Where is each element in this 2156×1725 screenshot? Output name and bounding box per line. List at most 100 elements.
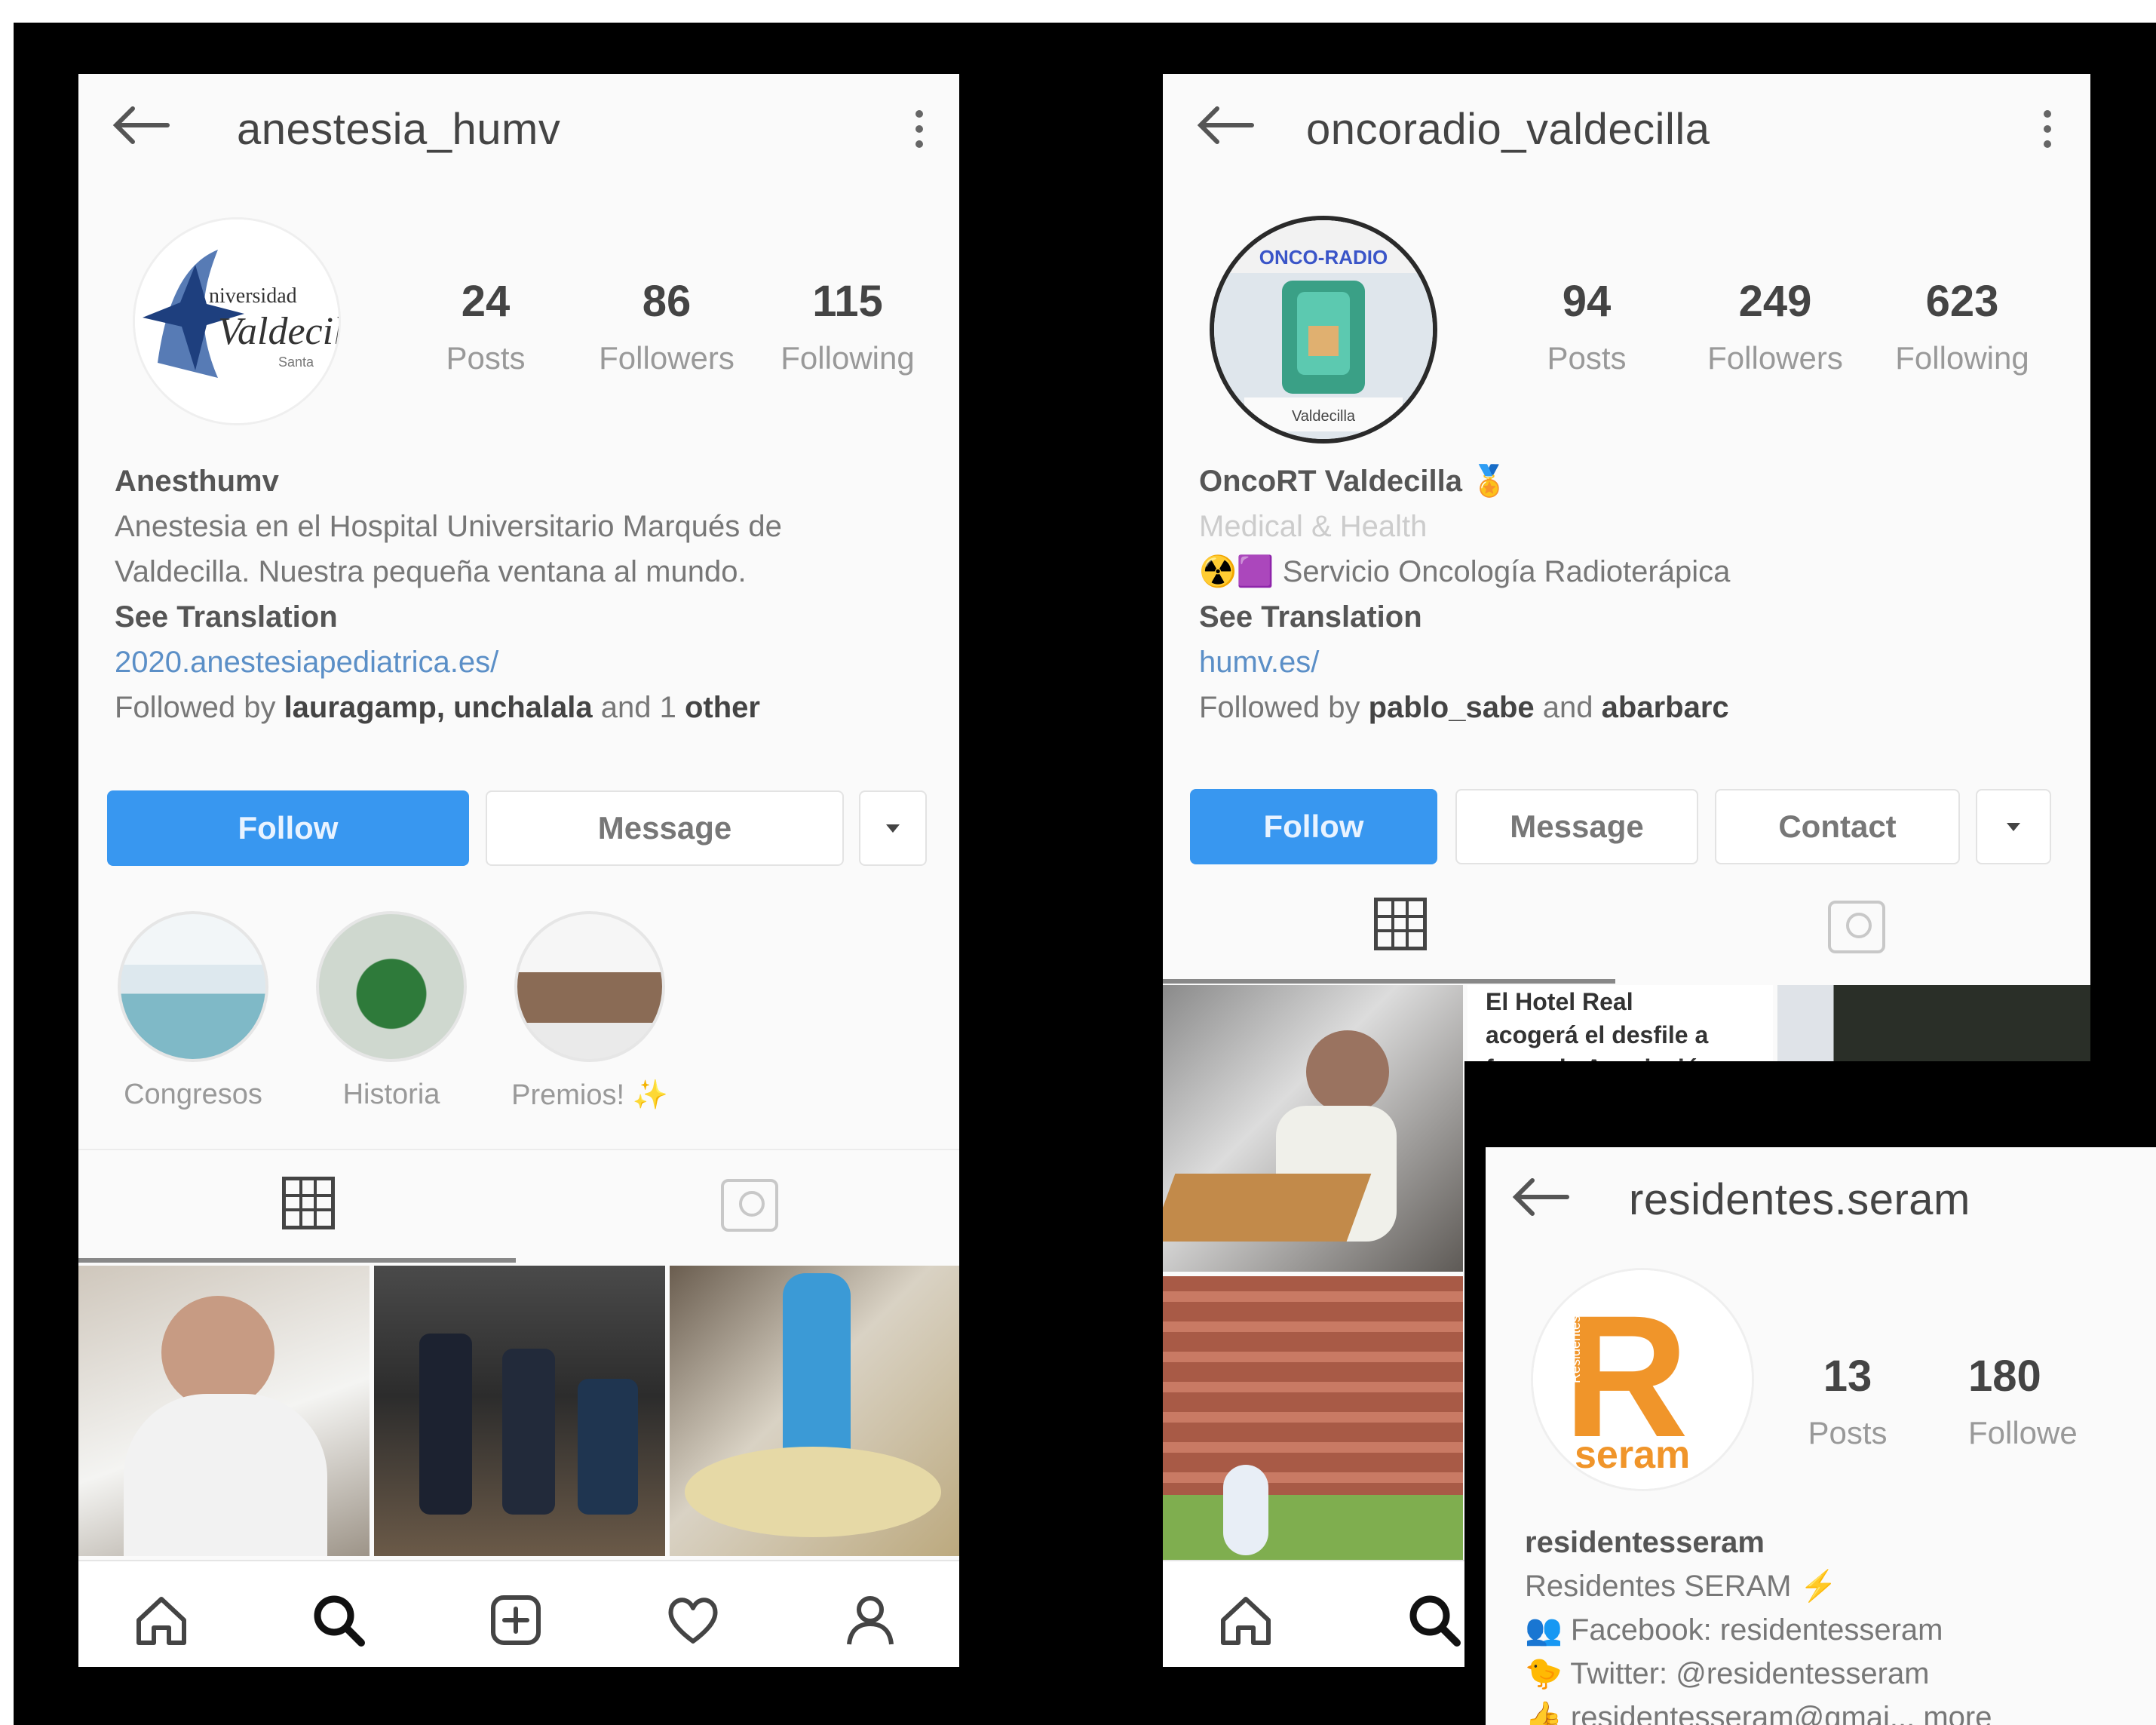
highlight-cover — [118, 911, 268, 1062]
stat-value: 86 — [642, 277, 692, 326]
stat-value: 94 — [1562, 277, 1612, 326]
profile-avatar[interactable]: ONCO-RADIO Valdecilla — [1210, 216, 1437, 444]
grid-icon[interactable] — [282, 1177, 335, 1229]
tagged-icon[interactable] — [721, 1179, 778, 1232]
follow-button[interactable]: Follow — [1190, 789, 1437, 864]
stat-label: Followe — [1968, 1415, 2078, 1450]
followed-by-and: and 1 — [600, 691, 676, 724]
active-tab-indicator — [1163, 979, 1615, 984]
message-button[interactable]: Message — [486, 790, 844, 866]
bottom-navigation — [78, 1560, 959, 1667]
avatar-text: Valdecilla — [1292, 408, 1356, 425]
profile-category: Medical & Health — [1199, 510, 1428, 543]
more-options-icon[interactable] — [2042, 110, 2053, 155]
top-bar: residentes.seram — [1486, 1147, 2156, 1253]
profile-username: anestesia_humv — [237, 105, 561, 154]
avatar-text: Valdecill — [218, 310, 339, 353]
post-thumbnail[interactable] — [1163, 1276, 1463, 1563]
stat-following[interactable]: 623 Following — [1887, 276, 2038, 376]
follow-button[interactable]: Follow — [107, 790, 469, 866]
post-thumbnail[interactable] — [670, 1266, 959, 1556]
stat-followers[interactable]: 86 Followers — [591, 276, 742, 376]
grid-icon[interactable] — [1374, 898, 1427, 950]
home-icon[interactable] — [1216, 1590, 1276, 1650]
avatar-text: seram — [1575, 1433, 1690, 1477]
stat-value: 115 — [812, 277, 883, 326]
bio-line: Residentes SERAM ⚡ — [1525, 1570, 1838, 1603]
contact-button[interactable]: Contact — [1715, 789, 1960, 864]
stat-label: Following — [781, 340, 915, 376]
caret-down-icon — [886, 824, 900, 833]
website-link[interactable]: 2020.anestesiapediatrica.es/ — [115, 640, 944, 685]
post-thumbnail[interactable] — [1163, 985, 1463, 1272]
avatar-text: Residentes — [1568, 1315, 1583, 1383]
post-thumbnail[interactable] — [374, 1266, 665, 1556]
search-icon[interactable] — [308, 1590, 369, 1650]
post-thumbnail[interactable] — [78, 1266, 370, 1556]
followed-by-prefix: Followed by — [115, 691, 276, 724]
back-arrow-icon[interactable] — [1191, 103, 1259, 148]
followed-by-prefix: Followed by — [1199, 691, 1360, 724]
avatar-text: Santa — [278, 355, 314, 370]
back-arrow-icon[interactable] — [1507, 1174, 1575, 1220]
see-translation-link[interactable]: See Translation — [1199, 594, 2066, 640]
stat-posts[interactable]: 24 Posts — [410, 276, 561, 376]
followed-by-other: abarbarc — [1601, 691, 1729, 724]
top-bar: oncoradio_valdecilla — [1163, 74, 2090, 180]
highlight-label: Premios! ✨ — [511, 1079, 668, 1111]
highlight-label: Historia — [342, 1079, 440, 1110]
website-link[interactable]: humv.es/ — [1199, 640, 2066, 685]
tagged-icon[interactable] — [1828, 901, 1885, 953]
active-tab-indicator — [78, 1258, 516, 1263]
followed-by-names: pablo_sabe — [1368, 691, 1535, 724]
caret-down-icon — [2007, 822, 2020, 831]
avatar-text: ONCO-RADIO — [1259, 246, 1388, 269]
bio-line: ☢️🟪 Servicio Oncología Radioterápica — [1199, 555, 1731, 588]
home-icon[interactable] — [131, 1590, 192, 1650]
suggested-dropdown-button[interactable] — [1976, 789, 2051, 864]
profile-username: oncoradio_valdecilla — [1306, 105, 1710, 154]
highlight-cover — [316, 911, 467, 1062]
stat-posts[interactable]: 13 Posts — [1772, 1351, 1923, 1451]
stat-label: Followers — [1707, 340, 1843, 376]
stat-label: Followers — [599, 340, 735, 376]
profile-name: Anesthumv — [115, 465, 279, 498]
stat-posts[interactable]: 94 Posts — [1511, 276, 1662, 376]
new-post-icon[interactable] — [486, 1590, 546, 1650]
stat-label: Posts — [1547, 340, 1627, 376]
followed-by[interactable]: Followed by pablo_sabe and abarbarc — [1199, 685, 2066, 730]
highlight-historia[interactable]: Historia — [308, 911, 474, 1111]
top-bar: anestesia_humv — [78, 74, 959, 180]
stat-followers[interactable]: 180 Followe — [1968, 1351, 2156, 1451]
message-button[interactable]: Message — [1455, 789, 1698, 864]
heart-icon[interactable] — [663, 1590, 723, 1650]
stat-value: 249 — [1738, 277, 1812, 326]
bio-line: Anestesia en el Hospital Universitario M… — [115, 510, 782, 543]
stat-following[interactable]: 115 Following — [772, 276, 923, 376]
profile-icon[interactable] — [840, 1590, 900, 1650]
profile-bio: OncoRT Valdecilla 🏅 Medical & Health ☢️🟪… — [1199, 459, 2066, 730]
profile-bio: residentesseram Residentes SERAM ⚡ 👥 Fac… — [1525, 1521, 2151, 1725]
highlight-premios[interactable]: Premios! ✨ — [507, 911, 673, 1112]
profile-name: residentesseram — [1525, 1526, 1765, 1559]
bio-line: 👍 residentesseram@gmai... more — [1525, 1701, 1992, 1725]
bio-line: Valdecilla. Nuestra pequeña ventana al m… — [115, 555, 747, 588]
profile-screen-residentes: residentes.seram R Residentes seram 13 P… — [1486, 1147, 2156, 1725]
caption-line: acogerá el desfile a — [1486, 1021, 1709, 1048]
followed-by[interactable]: Followed by lauragamp, unchalala and 1 o… — [115, 685, 944, 730]
profile-bio: Anesthumv Anestesia en el Hospital Unive… — [115, 459, 944, 730]
search-icon[interactable] — [1404, 1590, 1464, 1650]
highlight-congresos[interactable]: Congresos — [110, 911, 276, 1111]
see-translation-link[interactable]: See Translation — [115, 594, 944, 640]
followed-by-and: and — [1542, 691, 1593, 724]
stat-value: 13 — [1823, 1352, 1872, 1401]
more-options-icon[interactable] — [914, 110, 925, 155]
profile-avatar[interactable]: R Residentes seram — [1531, 1268, 1754, 1491]
stat-followers[interactable]: 249 Followers — [1700, 276, 1851, 376]
tabs-divider — [78, 1149, 959, 1150]
suggested-dropdown-button[interactable] — [859, 790, 927, 866]
profile-avatar[interactable]: niversidad Valdecill Santa — [133, 217, 341, 425]
back-arrow-icon[interactable] — [107, 103, 175, 148]
followed-by-names: lauragamp, unchalala — [284, 691, 593, 724]
bio-line: 👥 Facebook: residentesseram — [1525, 1613, 1943, 1647]
